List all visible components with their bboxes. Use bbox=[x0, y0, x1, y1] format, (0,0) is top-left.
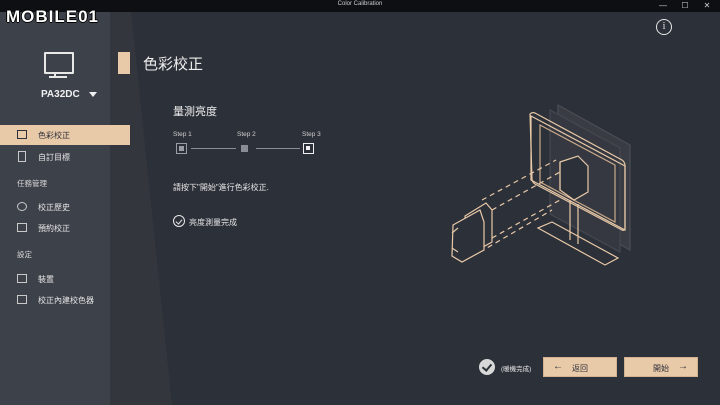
step-subtitle: 量測亮度 bbox=[173, 106, 217, 118]
title-bar: Color Calibration — ☐ ✕ bbox=[0, 0, 720, 12]
minimize-button[interactable]: — bbox=[652, 0, 674, 12]
back-button[interactable]: ← 返回 bbox=[543, 357, 617, 377]
sidebar-item-label: 裝置 bbox=[38, 275, 54, 284]
sidebar-item-builtin-calibrator[interactable]: 校正內建校色器 bbox=[0, 290, 130, 310]
step-2-label: Step 2 bbox=[237, 131, 256, 138]
sidebar-item-label: 校正內建校色器 bbox=[38, 296, 94, 305]
sidebar-item-label: 色彩校正 bbox=[38, 131, 70, 140]
calendar-icon bbox=[17, 223, 27, 232]
sidebar-item-schedule[interactable]: 預約校正 bbox=[0, 218, 130, 238]
section-title-settings: 設定 bbox=[17, 250, 32, 259]
header-accent-bar bbox=[118, 52, 130, 74]
section-title-task: 任務管理 bbox=[17, 179, 47, 188]
screen-icon bbox=[17, 130, 27, 139]
step-connector bbox=[256, 148, 300, 149]
sidebar-item-label: 校正歷史 bbox=[38, 203, 70, 212]
calibration-illustration bbox=[451, 103, 631, 266]
sidebar-item-label: 預約校正 bbox=[38, 224, 70, 233]
monitor-icon bbox=[44, 52, 74, 74]
measurement-status: 亮度測量完成 bbox=[189, 218, 237, 227]
history-icon bbox=[17, 202, 27, 211]
arrow-right-icon: → bbox=[678, 361, 688, 372]
sidebar-item-custom-target[interactable]: 自訂目標 bbox=[0, 147, 130, 167]
warmup-status: (暖機完成) bbox=[501, 366, 532, 373]
start-button[interactable]: 開始 → bbox=[624, 357, 698, 377]
warmup-done-icon bbox=[479, 359, 495, 375]
monitor-sensor-icon bbox=[17, 295, 27, 304]
monitor-icon bbox=[17, 274, 27, 283]
step-1-label: Step 1 bbox=[173, 131, 192, 138]
step-connector bbox=[191, 148, 236, 149]
chevron-down-icon[interactable] bbox=[89, 92, 97, 97]
document-icon bbox=[18, 151, 26, 162]
step-1-indicator bbox=[176, 143, 187, 154]
window-title: Color Calibration bbox=[337, 1, 383, 7]
sidebar-item-label: 自訂目標 bbox=[38, 153, 70, 162]
instruction-text: 請按下"開始"進行色彩校正. bbox=[173, 183, 269, 192]
monitor-base-icon bbox=[49, 76, 67, 78]
sidebar-item-device[interactable]: 裝置 bbox=[0, 269, 130, 289]
step-3-label: Step 3 bbox=[302, 131, 321, 138]
step-3-indicator bbox=[303, 143, 314, 154]
step-2-indicator bbox=[241, 145, 248, 152]
info-icon[interactable]: i bbox=[656, 19, 672, 35]
maximize-button[interactable]: ☐ bbox=[674, 0, 696, 12]
sidebar-item-history[interactable]: 校正歷史 bbox=[0, 197, 130, 217]
back-button-label: 返回 bbox=[572, 364, 588, 373]
page-title: 色彩校正 bbox=[143, 56, 204, 73]
model-selector[interactable]: PA32DC bbox=[41, 89, 80, 100]
check-circle-icon bbox=[173, 215, 185, 227]
watermark-logo: MOBILE01 bbox=[6, 7, 100, 26]
sidebar-item-color-calibration[interactable]: 色彩校正 bbox=[0, 125, 130, 145]
close-button[interactable]: ✕ bbox=[696, 0, 718, 12]
